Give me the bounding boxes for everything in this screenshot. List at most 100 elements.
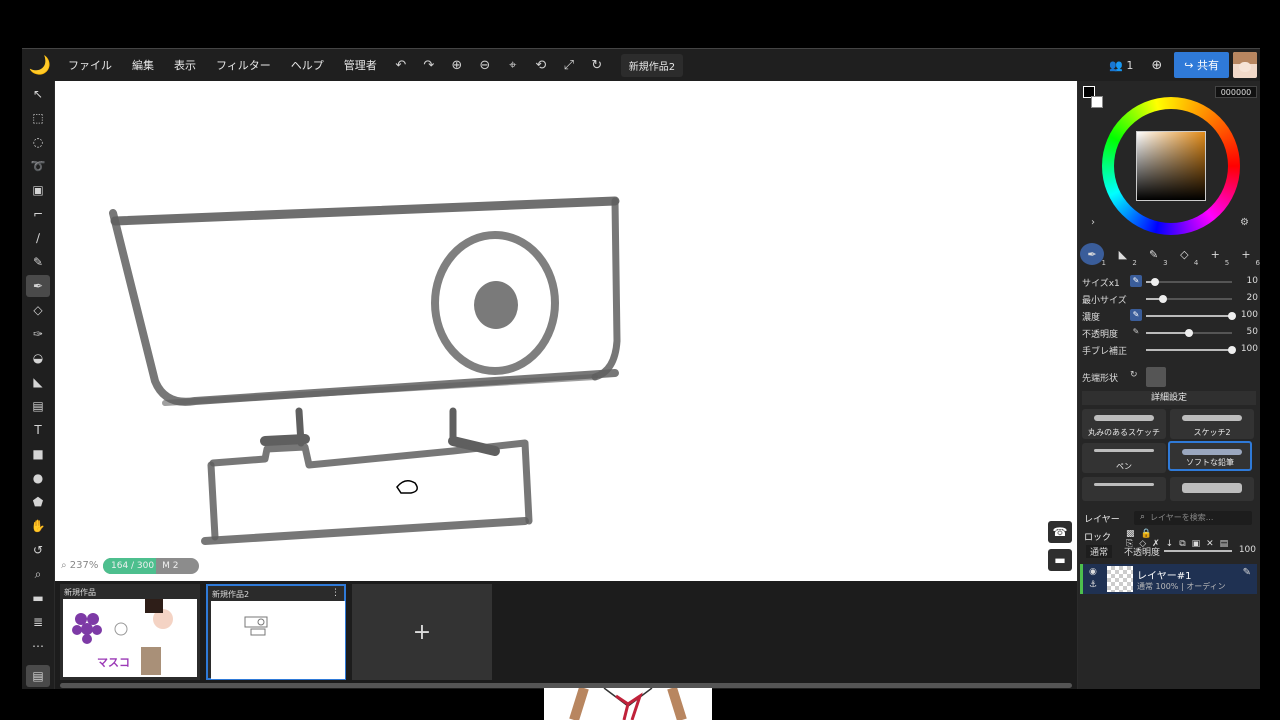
blur-icon[interactable]: ◒ [26, 347, 50, 369]
pencil-icon[interactable]: ✎ [26, 251, 50, 273]
rotate-icon[interactable]: ⟲ [527, 58, 555, 73]
detail-settings-button[interactable]: 詳細設定 [1082, 391, 1256, 405]
layer-row[interactable]: ◉ ⚓ レイヤー#1 通常 100% | オーディン ✎ [1080, 564, 1257, 594]
param-density[interactable]: 濃度 ✎ 100 [1082, 309, 1258, 323]
menu-file[interactable]: ファイル [58, 57, 122, 73]
chat-button[interactable]: ▬ [1048, 549, 1072, 571]
param-slider[interactable] [1146, 329, 1232, 337]
brush-slot-6[interactable]: +6 [1234, 243, 1260, 268]
move-tool-icon[interactable]: ↖ [26, 83, 50, 105]
layer-opacity-slider[interactable] [1164, 550, 1232, 552]
crop-icon[interactable]: ⌐ [26, 203, 50, 225]
ellipse-select-icon[interactable]: ◌ [26, 131, 50, 153]
more-icon[interactable]: ⋯ [26, 635, 50, 657]
hand-icon[interactable]: ✋ [26, 515, 50, 537]
left-toolbar: ↖ ⬚ ◌ ➰ ▣ ⌐ ∕ ✎ ✒ ◇ ✑ ◒ ◣ ▤ T ■ ● ⬟ ✋ ↺ … [22, 81, 54, 689]
thumb-card-1[interactable]: 新規作品 マスコ [60, 584, 200, 680]
menu-admin[interactable]: 管理者 [334, 57, 387, 73]
pen-pressure-icon[interactable]: ✎ [1130, 275, 1142, 287]
preset-soft-pencil[interactable]: ソフトな鉛筆 [1168, 441, 1252, 471]
call-button[interactable]: ☎ [1048, 521, 1072, 543]
blend-mode-select[interactable]: 通常 [1086, 545, 1113, 558]
preset-extra-2[interactable] [1170, 477, 1254, 501]
film-icon[interactable]: ≣ [26, 611, 50, 633]
rectangle-icon[interactable]: ■ [26, 443, 50, 465]
param-min-size[interactable]: 最小サイズ 20 [1082, 292, 1258, 306]
eraser-icon[interactable]: ◇ [26, 299, 50, 321]
param-size[interactable]: サイズx1 ✎ 10 [1082, 275, 1258, 289]
redo-icon[interactable]: ↷ [415, 58, 443, 73]
fullscreen-icon[interactable]: ⤢ [555, 58, 583, 73]
hex-input[interactable]: 000000 [1215, 86, 1257, 98]
transform-icon[interactable]: ▣ [26, 179, 50, 201]
polygon-icon[interactable]: ⬟ [26, 491, 50, 513]
menu-bar: 🌙 ファイル 編集 表示 フィルター ヘルプ 管理者 ↶ ↷ ⊕ ⊖ ⌖ ⟲ ⤢… [22, 49, 1260, 81]
gradient-icon[interactable]: ▤ [26, 395, 50, 417]
comment-icon[interactable]: ▬ [26, 587, 50, 609]
text-icon[interactable]: T [26, 419, 50, 441]
fit-icon[interactable]: ⌖ [499, 58, 527, 73]
reset-view-icon[interactable]: ↻ [583, 58, 611, 73]
document-title[interactable]: 新規作品2 [620, 53, 684, 77]
tip-shape-preview[interactable] [1146, 367, 1166, 387]
ellipse-icon[interactable]: ● [26, 467, 50, 489]
thumb-card-2[interactable]: 新規作品2 ⋮ [206, 584, 346, 680]
color-swatches[interactable] [1083, 86, 1103, 108]
user-count[interactable]: 👥 1 [1099, 59, 1143, 72]
reset-icon[interactable]: ↻ [1130, 370, 1138, 380]
gallery-icon[interactable]: ▤ [26, 665, 50, 687]
pen-pressure-icon[interactable]: ✎ [1130, 309, 1142, 321]
eye-icon[interactable]: ◉ [1089, 567, 1097, 577]
share-button[interactable]: ↪ 共有 [1174, 52, 1229, 78]
menu-help[interactable]: ヘルプ [281, 57, 334, 73]
app-logo-icon[interactable]: 🌙 [22, 49, 58, 81]
color-settings-gear-icon[interactable]: ⚙ [1240, 217, 1249, 228]
param-slider[interactable] [1146, 346, 1236, 354]
param-value: 100 [1240, 310, 1258, 320]
param-value: 20 [1246, 293, 1258, 303]
add-artwork-button[interactable]: + [352, 584, 492, 680]
layer-search-input[interactable]: レイヤーを検索... [1134, 511, 1252, 525]
color-wheel[interactable] [1102, 97, 1240, 235]
brush-slot-4[interactable]: ◇ 4 [1172, 243, 1198, 268]
zoom-in-icon[interactable]: ⊕ [443, 58, 471, 73]
preset-pen[interactable]: ペン [1082, 443, 1166, 473]
smudge-icon[interactable]: ✑ [26, 323, 50, 345]
brush-slot-3[interactable]: ✎ 3 [1142, 243, 1168, 268]
preset-round-sketch[interactable]: 丸みのあるスケッチ [1082, 409, 1166, 439]
param-stabilizer[interactable]: 手ブレ補正 100 [1082, 343, 1258, 357]
more-vertical-icon[interactable]: ⋮ [331, 588, 340, 598]
pen-pressure-icon[interactable]: ✎ [1130, 326, 1142, 338]
eyedropper-icon[interactable]: ∕ [26, 227, 50, 249]
brush-slot-5[interactable]: +5 [1203, 243, 1230, 268]
undo-icon[interactable]: ↶ [387, 58, 415, 73]
preset-extra-1[interactable] [1082, 477, 1166, 501]
expand-chevron-icon[interactable]: › [1091, 217, 1095, 228]
brush-slot-1[interactable]: ✒ 1 [1080, 243, 1106, 267]
param-opacity[interactable]: 不透明度 ✎ 50 [1082, 326, 1258, 340]
drawing-canvas[interactable]: ⌕ 237% 164 / 300 M 2 ☎ ▬ [55, 81, 1077, 581]
rotate-view-icon[interactable]: ↺ [26, 539, 50, 561]
brush-icon[interactable]: ✒ [26, 275, 50, 297]
brush-slot-2[interactable]: ◣ 2 [1111, 243, 1137, 268]
saturation-value-square[interactable] [1136, 131, 1206, 201]
param-slider[interactable] [1146, 278, 1232, 286]
background-swatch[interactable] [1091, 96, 1103, 108]
pen-icon[interactable]: ✎ [1243, 567, 1251, 578]
param-label: 濃度 [1082, 313, 1101, 323]
fill-icon[interactable]: ◣ [26, 371, 50, 393]
menu-view[interactable]: 表示 [164, 57, 206, 73]
param-slider[interactable] [1146, 312, 1236, 320]
param-slider[interactable] [1146, 295, 1232, 303]
avatar[interactable] [1233, 52, 1257, 78]
menu-filter[interactable]: フィルター [206, 57, 281, 73]
preset-sketch2[interactable]: スケッチ2 [1170, 409, 1254, 439]
link-icon[interactable]: ⚓ [1089, 580, 1097, 590]
add-user-icon[interactable]: ⊕ [1143, 58, 1170, 73]
menu-edit[interactable]: 編集 [122, 57, 164, 73]
zoom-icon[interactable]: ⌕ [26, 563, 50, 585]
zoom-out-icon[interactable]: ⊖ [471, 58, 499, 73]
lasso-icon[interactable]: ➰ [26, 155, 50, 177]
app-window: 🌙 ファイル 編集 表示 フィルター ヘルプ 管理者 ↶ ↷ ⊕ ⊖ ⌖ ⟲ ⤢… [22, 48, 1260, 689]
rect-select-icon[interactable]: ⬚ [26, 107, 50, 129]
